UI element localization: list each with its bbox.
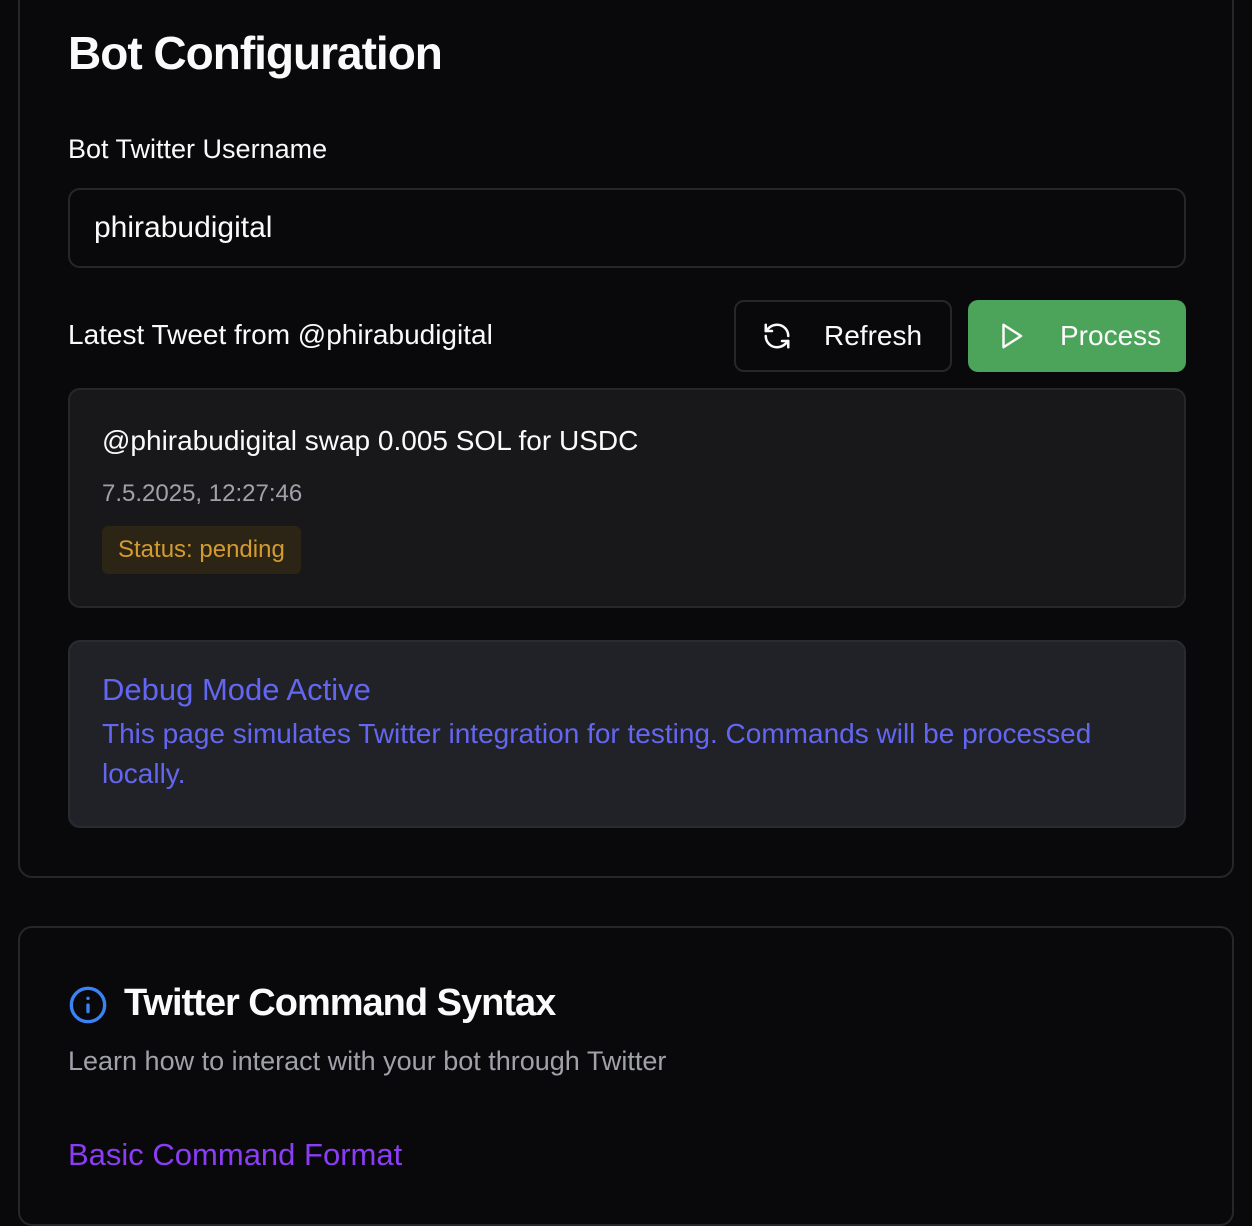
tweet-timestamp: 7.5.2025, 12:27:46 — [102, 480, 303, 507]
debug-description: This page simulates Twitter integration … — [102, 718, 1092, 789]
process-button[interactable]: Process — [968, 300, 1186, 372]
command-syntax-title: Twitter Command Syntax — [124, 982, 556, 1024]
refresh-icon — [762, 321, 792, 351]
debug-title: Debug Mode Active — [102, 672, 371, 707]
username-input[interactable] — [68, 188, 1186, 268]
username-label: Bot Twitter Username — [68, 134, 328, 164]
process-button-label: Process — [1060, 320, 1162, 351]
refresh-button-label: Refresh — [824, 320, 923, 351]
basic-command-format-heading: Basic Command Format — [68, 1137, 403, 1172]
play-icon — [996, 321, 1026, 351]
tweet-text: @phirabudigital swap 0.005 SOL for USDC — [102, 425, 639, 456]
info-icon — [68, 985, 108, 1025]
command-syntax-subtitle: Learn how to interact with your bot thro… — [68, 1046, 667, 1076]
refresh-button[interactable]: Refresh — [734, 300, 952, 372]
latest-tweet-label: Latest Tweet from @phirabudigital — [68, 319, 493, 350]
status-badge: Status: pending — [102, 526, 301, 574]
page-title: Bot Configuration — [68, 27, 443, 79]
